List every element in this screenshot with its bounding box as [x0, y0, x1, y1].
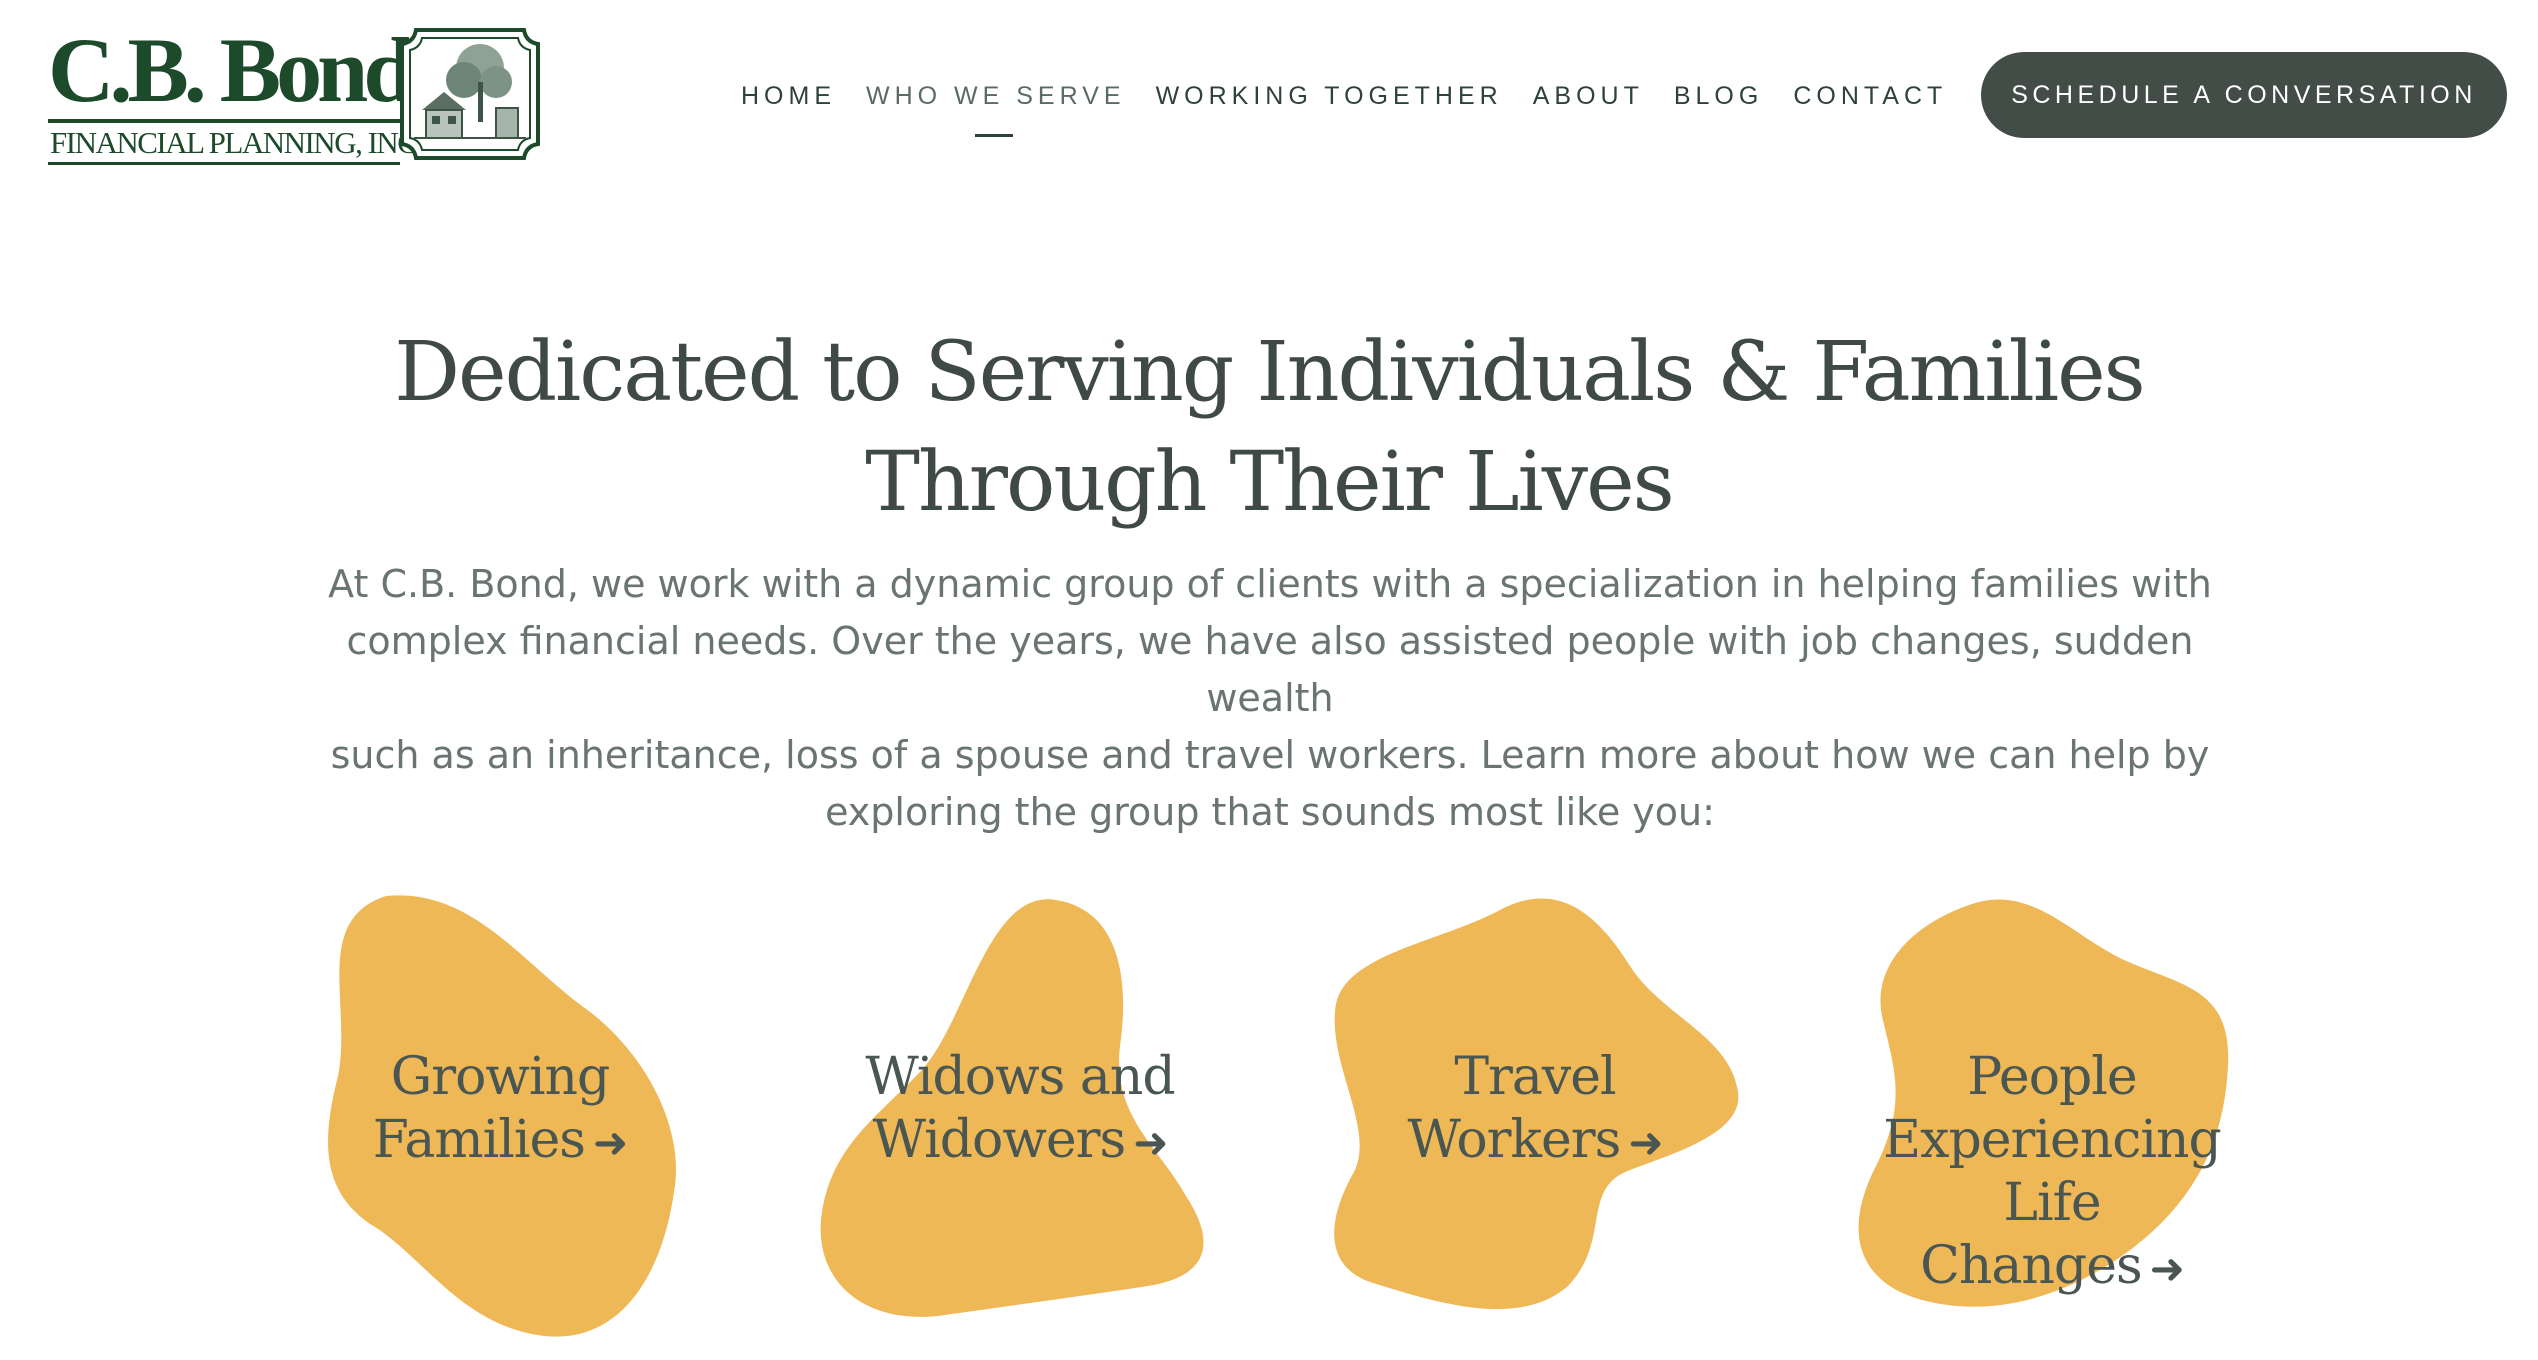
label-line-1: Widows and	[865, 1047, 1175, 1107]
logo-name: C.B. Bond	[48, 19, 414, 121]
arrow-right-icon: ➜	[2149, 1244, 2185, 1293]
intro-line-1: At C.B. Bond, we work with a dynamic gro…	[328, 562, 2212, 606]
arrow-right-icon: ➜	[1628, 1118, 1663, 1167]
schedule-conversation-button[interactable]: SCHEDULE A CONVERSATION	[1981, 52, 2507, 138]
active-indicator	[974, 133, 1013, 137]
label-line-2: Families	[372, 1110, 586, 1170]
page-title-line-2: Through Their Lives	[865, 435, 1674, 530]
label-line-2: Workers	[1407, 1110, 1621, 1170]
site-header: C.B. Bond FINANCIAL PLANNING, INC. HOME …	[0, 0, 2538, 200]
widows-and-widowers-card[interactable]: Widows and Widowers ➜	[818, 896, 1222, 1320]
page-title-line-1: Dedicated to Serving Individuals & Famil…	[394, 325, 2145, 420]
nav-who-we-serve-label: WHO WE SERVE	[866, 81, 1126, 110]
travel-workers-card[interactable]: Travel Workers ➜	[1330, 896, 1740, 1316]
intro-line-2: complex financial needs. Over the years,…	[346, 619, 2194, 720]
logo[interactable]: C.B. Bond FINANCIAL PLANNING, INC.	[48, 24, 548, 166]
arrow-right-icon: ➜	[1133, 1118, 1168, 1167]
label-line-1: Growing	[390, 1047, 611, 1107]
widows-and-widowers-label: Widows and Widowers ➜	[818, 1046, 1222, 1174]
house-emblem-icon	[400, 28, 540, 160]
growing-families-label: Growing Families ➜	[320, 1046, 680, 1174]
life-changes-card[interactable]: People Experiencing Life Changes ➜	[1832, 896, 2272, 1316]
intro-paragraph: At C.B. Bond, we work with a dynamic gro…	[280, 556, 2260, 841]
nav-working-together[interactable]: WORKING TOGETHER	[1156, 82, 1503, 111]
nav-about[interactable]: ABOUT	[1533, 82, 1644, 111]
nav-who-we-serve[interactable]: WHO WE SERVE	[866, 81, 1126, 137]
intro-line-4: exploring the group that sounds most lik…	[825, 790, 1715, 834]
label-line-1: Travel	[1454, 1047, 1616, 1107]
growing-families-card[interactable]: Growing Families ➜	[320, 895, 680, 1340]
logo-subtitle: FINANCIAL PLANNING, INC.	[50, 125, 424, 160]
travel-workers-label: Travel Workers ➜	[1330, 1046, 1740, 1174]
nav-contact[interactable]: CONTACT	[1793, 82, 1947, 111]
page-title: Dedicated to Serving Individuals & Famil…	[169, 318, 2369, 538]
main-nav: HOME WHO WE SERVE WORKING TOGETHER ABOUT…	[741, 76, 1977, 137]
arrow-right-icon: ➜	[593, 1118, 628, 1167]
nav-home[interactable]: HOME	[741, 82, 836, 111]
life-changes-label: People Experiencing Life Changes ➜	[1832, 1046, 2272, 1300]
label-line-1: People	[1967, 1047, 2137, 1107]
logo-rule-bottom	[48, 162, 400, 165]
nav-blog[interactable]: BLOG	[1674, 82, 1763, 111]
label-line-2: Widowers	[872, 1110, 1127, 1170]
label-line-2: Experiencing Life	[1883, 1110, 2222, 1233]
intro-line-3: such as an inheritance, loss of a spouse…	[330, 733, 2210, 777]
logo-rule	[48, 119, 400, 123]
label-line-3: Changes	[1920, 1236, 2143, 1296]
